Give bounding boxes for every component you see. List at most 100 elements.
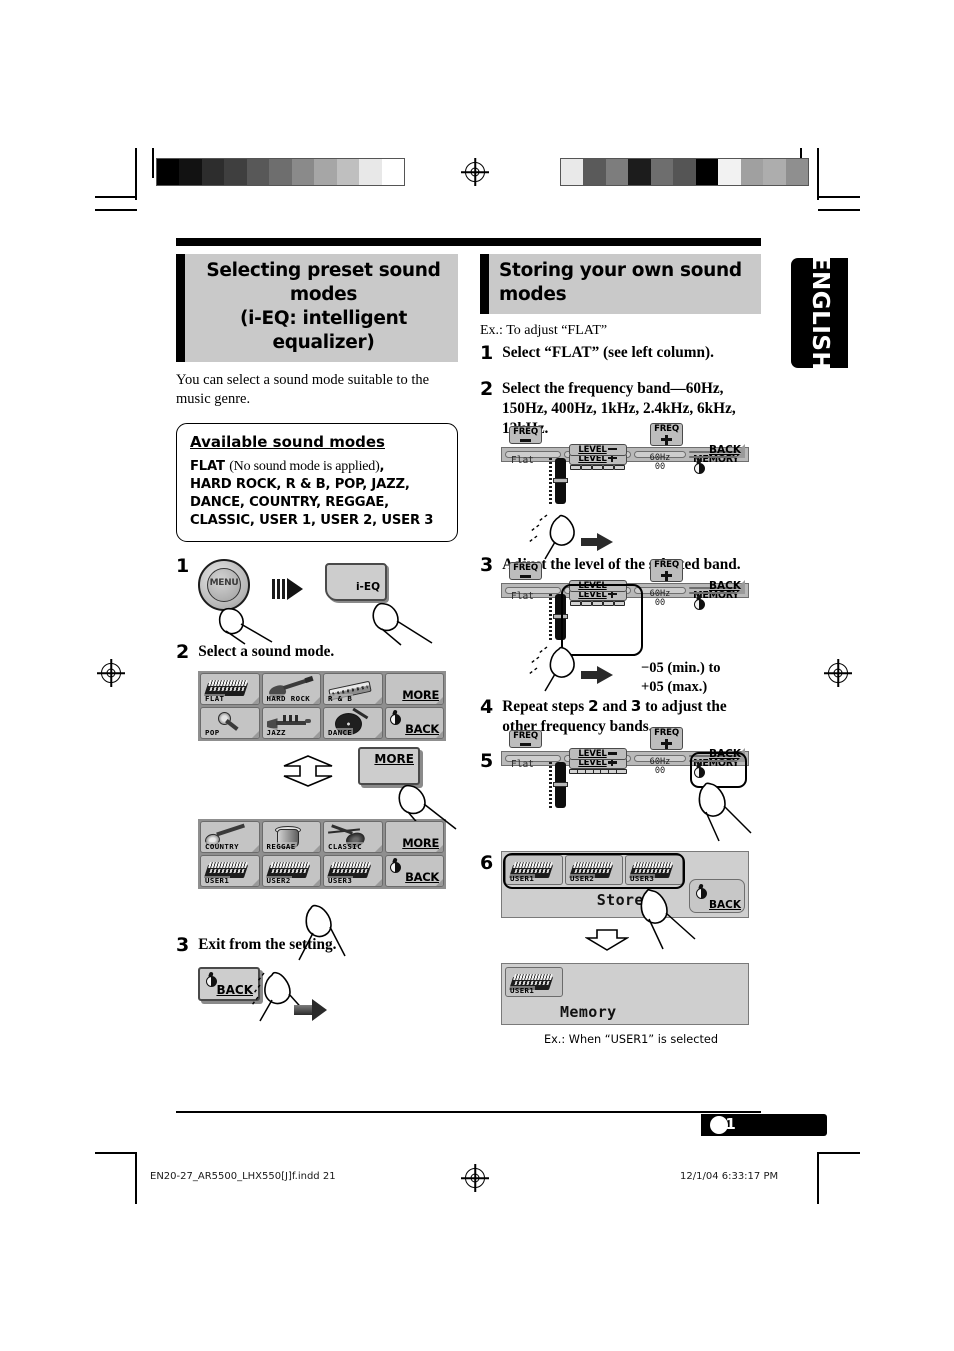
freq-up-button[interactable]: FREQ bbox=[650, 726, 683, 750]
step4-part-e: to adjust the bbox=[641, 697, 727, 715]
slider-knob[interactable] bbox=[553, 613, 568, 619]
eq-master-slider[interactable] bbox=[549, 761, 568, 808]
sound-mode-label: CLASSIC bbox=[327, 842, 363, 852]
registration-target-right bbox=[828, 663, 848, 683]
color-bar-left bbox=[156, 158, 405, 186]
right-step-5-illustration: Flat FREQ LEVEL LEVEL 60Hz 00 FREQ MEMORY BACK bbox=[501, 726, 761, 847]
sound-mode-button-user2[interactable]: USER2 bbox=[261, 855, 321, 888]
band-knob[interactable] bbox=[616, 768, 628, 774]
modes-line-3: DANCE, COUNTRY, REGGAE, bbox=[190, 495, 389, 510]
eq-frequency-readout: 60Hz 00 bbox=[649, 452, 671, 473]
crop-mark-top-left-v bbox=[135, 148, 137, 200]
arrow-up-down-hollow bbox=[283, 755, 333, 788]
color-swatch bbox=[246, 159, 270, 185]
sound-mode-button-user3[interactable]: USER3 bbox=[323, 855, 383, 888]
page-number-bar: 21 bbox=[701, 1114, 827, 1136]
back-button[interactable]: BACK bbox=[689, 748, 745, 778]
sound-mode-button-classic[interactable]: CLASSIC bbox=[323, 821, 383, 854]
color-swatch bbox=[359, 159, 382, 185]
slider-scale-dots bbox=[549, 457, 552, 504]
level-down-button[interactable]: LEVEL bbox=[568, 443, 627, 456]
more-button-large[interactable]: MORE bbox=[358, 747, 420, 786]
sound-mode-button-pop[interactable]: POP bbox=[200, 707, 260, 740]
level-down-button[interactable]: LEVEL bbox=[568, 747, 627, 760]
eq-panel-step2[interactable]: Flat FREQ LEVEL LEVEL 60Hz 00 FREQ MEMORY BACK bbox=[501, 422, 749, 504]
sound-mode-button-dance[interactable]: DANCE bbox=[323, 707, 383, 740]
color-swatch bbox=[224, 159, 247, 185]
color-swatch bbox=[269, 159, 292, 185]
arrow-motion-bars bbox=[272, 579, 286, 600]
band-knob[interactable] bbox=[614, 600, 625, 606]
back-button[interactable]: BACK bbox=[689, 580, 745, 610]
sound-mode-button-user1[interactable]: USER1 bbox=[200, 855, 260, 888]
band-knob[interactable] bbox=[581, 464, 592, 470]
page-content: Selecting preset sound modes (i-EQ: inte… bbox=[176, 238, 761, 1046]
slider-knob[interactable] bbox=[553, 781, 568, 787]
sound-mode-button-country[interactable]: COUNTRY bbox=[200, 821, 260, 854]
freq-up-button[interactable]: FREQ bbox=[650, 558, 683, 582]
band-knob[interactable] bbox=[570, 600, 581, 606]
color-swatch bbox=[381, 159, 404, 185]
sound-mode-button-hard-rock[interactable]: HARD ROCK bbox=[261, 673, 321, 706]
eq-mode-name: Flat bbox=[511, 590, 534, 602]
sound-mode-button-reggae[interactable]: REGGAE bbox=[261, 821, 321, 854]
finger-pointer-freq bbox=[528, 514, 613, 560]
sound-mode-button-r-b[interactable]: R & B bbox=[323, 673, 383, 706]
band-knob[interactable] bbox=[603, 600, 614, 606]
back-press-icon bbox=[389, 857, 401, 874]
store-back-button[interactable]: BACK bbox=[689, 878, 745, 913]
band-knob[interactable] bbox=[592, 600, 603, 606]
back-button[interactable]: BACK bbox=[689, 444, 745, 474]
left-step-3-number: 3 bbox=[176, 934, 190, 957]
sound-mode-button-jazz[interactable]: JAZZ bbox=[261, 707, 321, 740]
sound-mode-grid-page2[interactable]: COUNTRY REGGAE CLASSIC MORE USER1 USER2 USER3 B… bbox=[198, 819, 446, 890]
band-knob[interactable] bbox=[603, 464, 614, 470]
plus-sign-icon bbox=[661, 738, 672, 749]
back-button-standalone[interactable]: BACK bbox=[198, 967, 260, 1002]
right-column: Storing your own sound modes Ex.: To adj… bbox=[480, 254, 761, 1046]
level-range-note: −05 (min.) to +05 (max.) bbox=[641, 659, 721, 697]
store-prompt-panel[interactable]: USER1 USER2 USER3 Store? BACK bbox=[501, 850, 749, 918]
sound-mode-button-back[interactable]: BACK bbox=[384, 855, 444, 888]
eq-master-slider[interactable] bbox=[549, 593, 568, 640]
band-knob[interactable] bbox=[592, 464, 603, 470]
sound-mode-button-flat[interactable]: FLAT bbox=[200, 673, 260, 706]
eq-panel-step3[interactable]: Flat FREQ LEVEL LEVEL 60Hz 00 FREQ MEMORY BACK bbox=[501, 558, 749, 640]
user-preset-button-user2[interactable]: USER2 bbox=[565, 854, 623, 885]
sound-mode-button-more[interactable]: MORE bbox=[384, 821, 444, 854]
level-down-button[interactable]: LEVEL bbox=[568, 579, 627, 592]
band-knob[interactable] bbox=[581, 600, 592, 606]
back-press-icon bbox=[205, 971, 217, 988]
freq-down-button[interactable]: FREQ bbox=[509, 426, 542, 444]
freq-down-button[interactable]: FREQ bbox=[509, 730, 542, 748]
user-preset-button-user1[interactable]: USER1 bbox=[505, 854, 563, 885]
freq-up-button[interactable]: FREQ bbox=[650, 422, 683, 446]
eq-master-slider[interactable] bbox=[549, 457, 568, 504]
back-press-icon bbox=[693, 458, 705, 475]
user-preset-button-user3[interactable]: USER3 bbox=[625, 854, 683, 885]
right-step-5-number: 5 bbox=[480, 749, 494, 772]
heading-line-1: Selecting preset sound modes bbox=[206, 260, 441, 306]
sound-mode-label: COUNTRY bbox=[204, 842, 240, 852]
menu-knob-button[interactable]: MENU bbox=[198, 559, 250, 612]
sound-mode-label: DANCE bbox=[327, 728, 354, 738]
sound-mode-button-more[interactable]: MORE bbox=[384, 673, 444, 706]
sound-mode-label: FLAT bbox=[204, 694, 226, 704]
eq-panel-step5[interactable]: Flat FREQ LEVEL LEVEL 60Hz 00 FREQ MEMORY BACK bbox=[501, 726, 749, 808]
eq-level-section: LEVEL LEVEL bbox=[564, 443, 631, 470]
sound-mode-grid-page1[interactable]: FLAT HARD ROCK R & B MORE POP JAZZ DANCE BACK bbox=[198, 671, 446, 742]
eq-level-section: LEVEL LEVEL bbox=[564, 747, 631, 774]
right-step-3-illustration: Flat FREQ LEVEL LEVEL 60Hz 00 FREQ MEMORY BACK −… bbox=[501, 558, 761, 695]
page-number-label: 21 bbox=[715, 1115, 736, 1133]
band-knob[interactable] bbox=[570, 464, 581, 470]
left-section-heading: Selecting preset sound modes (i-EQ: inte… bbox=[176, 254, 458, 363]
freq-down-button[interactable]: FREQ bbox=[509, 562, 542, 580]
band-knob[interactable] bbox=[614, 464, 625, 470]
color-swatch bbox=[740, 159, 764, 185]
sound-mode-button-back[interactable]: BACK bbox=[384, 707, 444, 740]
eq-frequency-readout: 60Hz 00 bbox=[649, 756, 671, 777]
i-eq-button[interactable]: i-EQ bbox=[325, 563, 387, 602]
color-swatch bbox=[650, 159, 674, 185]
left-step-1-illustration: MENU i-EQ bbox=[198, 556, 458, 648]
slider-knob[interactable] bbox=[553, 477, 568, 483]
